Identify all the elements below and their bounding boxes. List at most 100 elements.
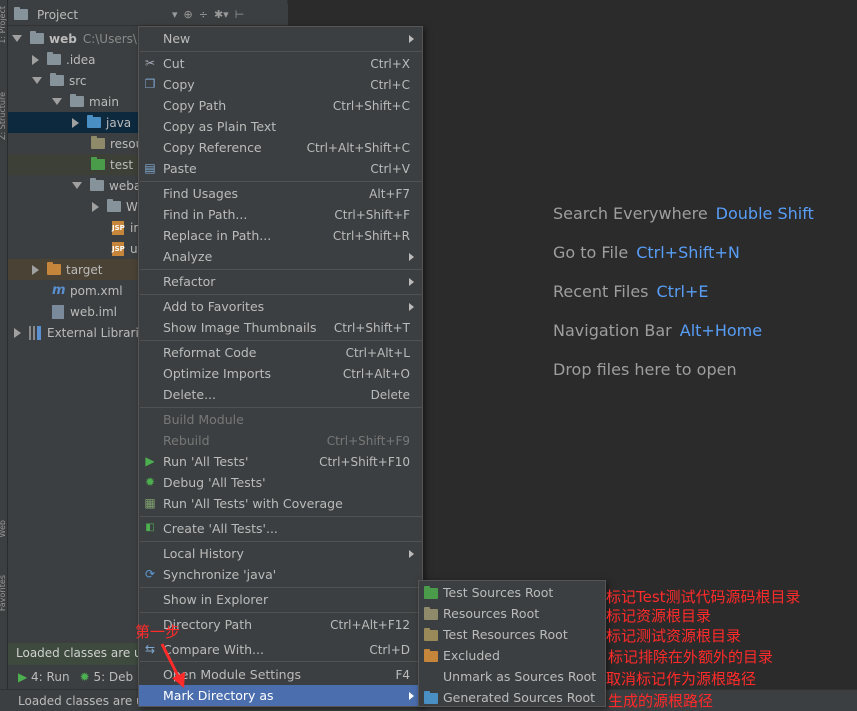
menu-build-module: Build Module <box>163 412 244 427</box>
annotation-arrow <box>160 643 185 688</box>
library-icon <box>29 325 41 340</box>
folder-icon <box>90 178 104 191</box>
menu-separator <box>140 340 423 341</box>
menu-replace-in-path[interactable]: Replace in Path... Ctrl+Shift+R <box>139 225 422 246</box>
annotation-excluded: 标记排除在外额外的目录 <box>608 648 774 666</box>
copy-icon: ❐ <box>144 77 156 91</box>
expand-arrow-icon[interactable] <box>32 77 42 84</box>
menu-paste[interactable]: ▤ Paste Ctrl+V <box>139 158 422 179</box>
submenu-excluded[interactable]: Excluded <box>419 645 605 666</box>
menu-delete[interactable]: Delete... Delete <box>139 384 422 405</box>
notification-balloon[interactable]: Loaded classes are u <box>8 643 146 665</box>
submenu-unmark-sources-root[interactable]: Unmark as Sources Root <box>419 666 605 687</box>
gear-icon[interactable]: ✱▾ <box>214 8 229 21</box>
menu-separator <box>140 612 423 613</box>
test-folder-icon <box>91 157 105 170</box>
menu-copy-reference[interactable]: Copy Reference Ctrl+Alt+Shift+C <box>139 137 422 158</box>
coverage-icon: ▦ <box>144 496 156 510</box>
collapse-arrow-icon[interactable] <box>92 201 99 212</box>
expand-arrow-icon[interactable] <box>72 182 82 189</box>
menu-directory-path[interactable]: Directory Path Ctrl+Alt+F12 <box>139 614 422 635</box>
menu-copy-path[interactable]: Copy Path Ctrl+Shift+C <box>139 95 422 116</box>
menu-refactor[interactable]: Refactor <box>139 271 422 292</box>
hint-recent-files: Recent Files Ctrl+E <box>553 282 709 301</box>
menu-separator <box>140 587 423 588</box>
source-folder-icon <box>87 115 101 128</box>
collapse-arrow-icon[interactable] <box>32 264 39 275</box>
collapse-all-icon[interactable]: ÷ <box>199 8 208 21</box>
menu-add-to-favorites[interactable]: Add to Favorites <box>139 296 422 317</box>
folder-icon <box>47 52 61 65</box>
menu-separator <box>140 269 423 270</box>
iml-file-icon <box>52 304 64 319</box>
menu-new[interactable]: New <box>139 28 422 49</box>
menu-find-in-path[interactable]: Find in Path... Ctrl+Shift+F <box>139 204 422 225</box>
jsp-file-icon: JSP <box>112 241 125 256</box>
menu-run-with-coverage[interactable]: ▦ Run 'All Tests' with Coverage <box>139 493 422 514</box>
mark-directory-submenu: Test Sources Root Resources Root Test Re… <box>418 580 606 707</box>
submenu-resources-root[interactable]: Resources Root <box>419 603 605 624</box>
collapse-arrow-icon[interactable] <box>14 327 21 338</box>
refresh-icon: ⟳ <box>144 567 156 581</box>
excluded-folder-icon <box>47 262 61 275</box>
menu-copy[interactable]: ❐ Copy Ctrl+C <box>139 74 422 95</box>
bottom-tool-tabs: ▶ 4: Run ✹ 5: Deb <box>8 666 145 688</box>
collapse-arrow-icon[interactable] <box>32 54 39 65</box>
test-folder-icon <box>424 586 438 599</box>
menu-show-image-thumbnails[interactable]: Show Image Thumbnails Ctrl+Shift+T <box>139 317 422 338</box>
project-panel-header: Project ▾ ⊕ ÷ ✱▾ ⊢ <box>8 4 288 26</box>
project-view-title[interactable]: Project <box>37 8 78 22</box>
arrow-shaft <box>160 643 182 681</box>
collapse-arrow-icon[interactable] <box>72 117 79 128</box>
menu-create-all-tests[interactable]: ◧ Create 'All Tests'... <box>139 518 422 539</box>
menu-copy-plain-text[interactable]: Copy as Plain Text <box>139 116 422 137</box>
scroll-from-source-icon[interactable]: ⊕ <box>184 8 193 21</box>
run-icon: ▶ <box>145 454 155 468</box>
submenu-arrow-icon <box>409 252 414 261</box>
hint-search-everywhere: Search Everywhere Double Shift <box>553 204 814 223</box>
excluded-folder-icon <box>424 649 438 662</box>
debug-bug-icon: ✹ <box>144 475 156 489</box>
test-resources-folder-icon <box>424 628 438 641</box>
menu-local-history[interactable]: Local History <box>139 543 422 564</box>
context-menu: New ✂ Cut Ctrl+X ❐ Copy Ctrl+C Copy Path Ctrl… <box>138 26 423 707</box>
resources-folder-icon <box>91 136 105 149</box>
jsp-file-icon: JSP <box>112 220 125 235</box>
menu-separator <box>140 294 423 295</box>
run-icon: ▶ <box>18 670 32 684</box>
hide-panel-icon[interactable]: ⊢ <box>235 8 245 21</box>
run-tab[interactable]: ▶ 4: Run <box>18 670 70 684</box>
expand-arrow-icon[interactable] <box>12 35 22 42</box>
menu-separator <box>140 516 423 517</box>
expand-arrow-icon[interactable] <box>52 98 62 105</box>
submenu-arrow-icon <box>409 34 414 43</box>
editor-empty-hints: Search Everywhere Double Shift Go to File… <box>553 204 814 399</box>
folder-icon <box>70 94 84 107</box>
menu-debug-all-tests[interactable]: ✹ Debug 'All Tests' <box>139 472 422 493</box>
annotation-test-sources: 标记Test测试代码源码根目录 <box>606 588 801 606</box>
left-tool-strip: 1: Project Z: Structure Web Favorites <box>0 0 8 711</box>
hint-navigation-bar: Navigation Bar Alt+Home <box>553 321 763 340</box>
menu-separator <box>140 407 423 408</box>
menu-run-all-tests[interactable]: ▶ Run 'All Tests' Ctrl+Shift+F10 <box>139 451 422 472</box>
menu-cut[interactable]: ✂ Cut Ctrl+X <box>139 53 422 74</box>
submenu-arrow-icon <box>409 302 414 311</box>
menu-show-in-explorer[interactable]: Show in Explorer <box>139 589 422 610</box>
menu-analyze[interactable]: Analyze <box>139 246 422 267</box>
menu-find-usages[interactable]: Find Usages Alt+F7 <box>139 183 422 204</box>
dropdown-icon[interactable]: ▾ <box>172 8 178 21</box>
menu-synchronize[interactable]: ⟳ Synchronize 'java' <box>139 564 422 585</box>
menu-reformat-code[interactable]: Reformat Code Ctrl+Alt+L <box>139 342 422 363</box>
submenu-generated-sources-root[interactable]: Generated Sources Root <box>419 687 605 708</box>
annotation-step-one: 第一步 <box>135 623 181 641</box>
submenu-test-sources-root[interactable]: Test Sources Root <box>419 582 605 603</box>
menu-optimize-imports[interactable]: Optimize Imports Ctrl+Alt+O <box>139 363 422 384</box>
compare-icon: ⇆ <box>144 642 156 656</box>
module-folder-icon <box>30 31 44 44</box>
status-text: Loaded classes are u <box>18 693 144 708</box>
submenu-test-resources-root[interactable]: Test Resources Root <box>419 624 605 645</box>
resources-folder-icon <box>424 607 438 620</box>
debug-tab[interactable]: ✹ 5: Deb <box>80 670 134 684</box>
submenu-arrow-icon <box>409 549 414 558</box>
submenu-arrow-icon <box>409 691 414 700</box>
